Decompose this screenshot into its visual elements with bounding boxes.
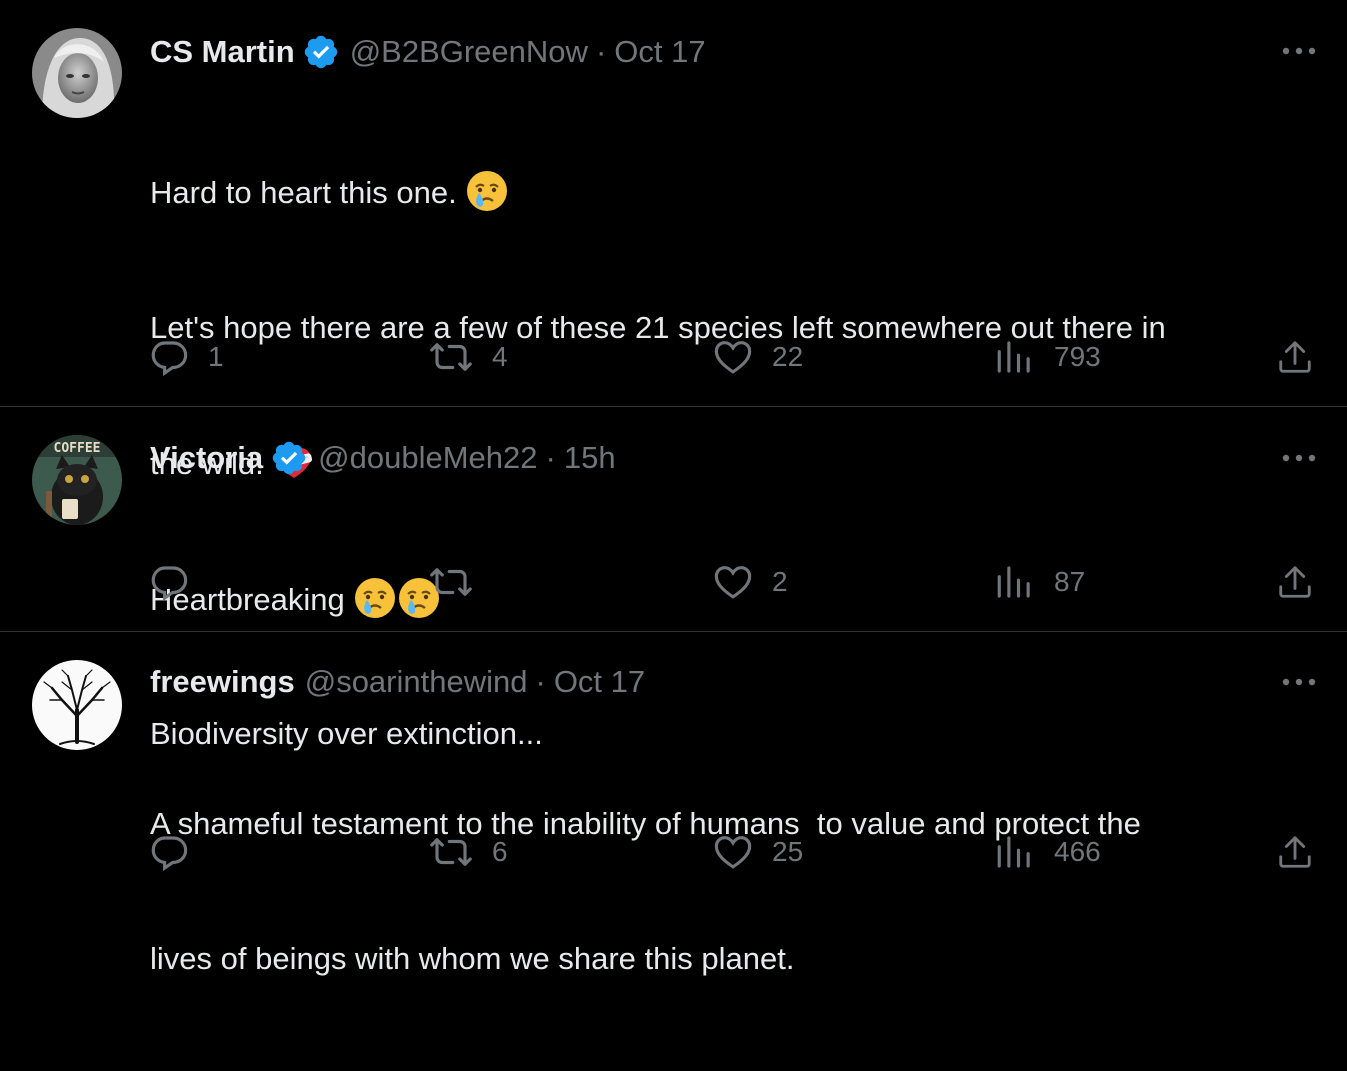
tweet-line: Hard to heart this one. bbox=[150, 175, 457, 210]
author-handle[interactable]: @doubleMeh22 bbox=[318, 440, 537, 476]
share-icon bbox=[1276, 831, 1314, 873]
reply-icon bbox=[148, 336, 190, 378]
more-options-icon[interactable] bbox=[1281, 664, 1317, 700]
reply-button[interactable] bbox=[148, 557, 208, 607]
separator-dot: · bbox=[535, 664, 546, 699]
timestamp[interactable]: Oct 17 bbox=[554, 664, 645, 700]
tweet-actions: 2 87 bbox=[148, 557, 1318, 607]
like-count: 25 bbox=[772, 836, 804, 867]
retweet-icon bbox=[428, 336, 474, 378]
like-count: 2 bbox=[772, 566, 788, 597]
avatar[interactable]: COFFEE bbox=[32, 435, 122, 525]
author-handle[interactable]: @B2BGreenNow bbox=[350, 34, 588, 70]
author-name[interactable]: Victoria bbox=[150, 440, 263, 476]
views-chart-icon bbox=[994, 561, 1036, 603]
views-button[interactable]: 466 bbox=[994, 827, 1101, 877]
reply-icon bbox=[148, 831, 190, 873]
views-button[interactable]: 793 bbox=[994, 332, 1101, 382]
tweet-freewings[interactable]: freewings @soarinthewind · Oct 17 A sham… bbox=[0, 632, 1347, 976]
tweet-actions: 6 25 466 bbox=[148, 827, 1318, 877]
tweet-cs-martin[interactable]: CS Martin @B2BGreenNow · Oct 17 Hard to … bbox=[0, 0, 1347, 751]
retweet-icon bbox=[428, 561, 474, 603]
more-options-icon[interactable] bbox=[1281, 440, 1317, 476]
reply-button[interactable] bbox=[148, 827, 208, 877]
separator-dot: · bbox=[595, 34, 607, 69]
views-count: 466 bbox=[1054, 836, 1101, 867]
crying-face-emoji-icon bbox=[465, 169, 509, 213]
retweet-button[interactable]: 6 bbox=[428, 827, 508, 877]
tweet-line: lives of beings with whom we share this … bbox=[150, 941, 795, 976]
views-count: 87 bbox=[1054, 566, 1086, 597]
like-button[interactable]: 2 bbox=[712, 557, 788, 607]
retweet-count: 4 bbox=[492, 341, 508, 372]
views-count: 793 bbox=[1054, 341, 1101, 372]
timestamp[interactable]: Oct 17 bbox=[614, 34, 705, 70]
retweet-button[interactable]: 4 bbox=[428, 332, 508, 382]
views-chart-icon bbox=[994, 831, 1036, 873]
author-name[interactable]: CS Martin bbox=[150, 34, 295, 70]
more-options-icon[interactable] bbox=[1281, 33, 1317, 69]
separator-dot: · bbox=[545, 440, 556, 475]
verified-badge-icon[interactable] bbox=[302, 33, 340, 71]
heart-icon bbox=[712, 831, 754, 873]
author-handle[interactable]: @soarinthewind bbox=[305, 664, 528, 700]
retweet-count: 6 bbox=[492, 836, 508, 867]
retweet-icon bbox=[428, 831, 474, 873]
reply-count: 1 bbox=[208, 341, 224, 372]
tweet-header: CS Martin @B2BGreenNow · Oct 17 bbox=[150, 33, 706, 71]
share-icon bbox=[1276, 561, 1314, 603]
avatar[interactable] bbox=[32, 660, 122, 750]
share-button[interactable] bbox=[1276, 332, 1314, 382]
share-button[interactable] bbox=[1276, 557, 1314, 607]
author-name[interactable]: freewings bbox=[150, 664, 295, 700]
tweet-actions: 1 4 22 793 bbox=[148, 332, 1318, 382]
retweet-button[interactable] bbox=[428, 557, 492, 607]
like-button[interactable]: 22 bbox=[712, 332, 803, 382]
tweet-header: freewings @soarinthewind · Oct 17 bbox=[150, 664, 645, 700]
tweet-victoria[interactable]: COFFEE Victoria @doubleMeh22 · 15h Heart… bbox=[0, 407, 1347, 631]
share-button[interactable] bbox=[1276, 827, 1314, 877]
share-icon bbox=[1276, 336, 1314, 378]
heart-icon bbox=[712, 561, 754, 603]
reply-icon bbox=[148, 561, 190, 603]
heart-icon bbox=[712, 336, 754, 378]
like-button[interactable]: 25 bbox=[712, 827, 803, 877]
views-button[interactable]: 87 bbox=[994, 557, 1085, 607]
views-chart-icon bbox=[994, 336, 1036, 378]
timestamp[interactable]: 15h bbox=[564, 440, 616, 476]
verified-badge-icon[interactable] bbox=[270, 439, 308, 477]
tweet-text: A shameful testament to the inability of… bbox=[150, 711, 1320, 1071]
avatar[interactable] bbox=[32, 28, 122, 118]
avatar-coffee-text: COFFEE bbox=[54, 441, 101, 456]
tweet-header: Victoria @doubleMeh22 · 15h bbox=[150, 439, 616, 477]
reply-button[interactable]: 1 bbox=[148, 332, 224, 382]
like-count: 22 bbox=[772, 341, 804, 372]
